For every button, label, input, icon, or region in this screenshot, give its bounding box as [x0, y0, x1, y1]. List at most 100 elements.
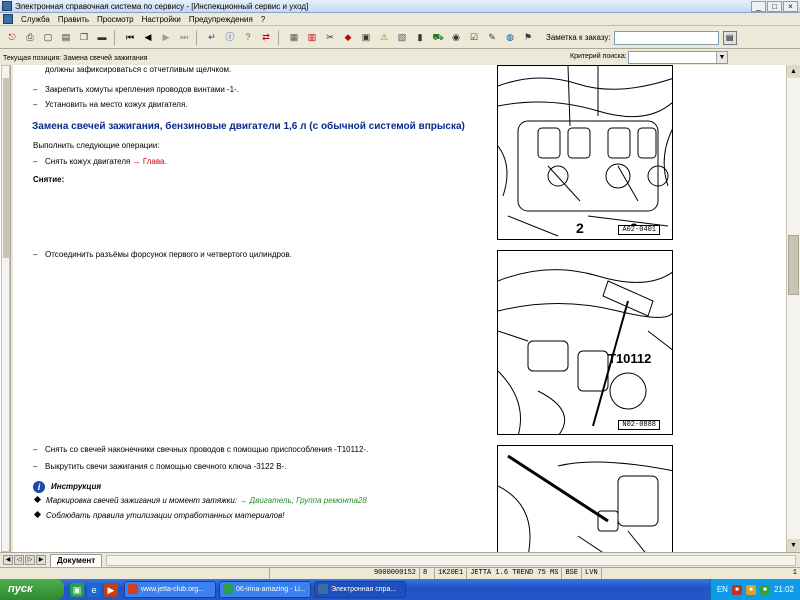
chapter-link[interactable]: → Глава.	[133, 157, 167, 166]
dash: –	[33, 250, 38, 259]
instruction-bullet-1: Маркировка свечей зажигания и момент зат…	[33, 495, 367, 506]
task-label: 06-irina-amazing - Li...	[236, 586, 306, 593]
task-label: Электронная спра...	[331, 586, 397, 593]
tray-network-icon[interactable]: ■	[745, 584, 756, 595]
horizontal-scrollbar[interactable]	[106, 554, 796, 566]
step-unscrew-plugs: – Выкрутить свечи зажигания с помощью све…	[33, 462, 286, 472]
copy-icon[interactable]: ❐	[76, 30, 92, 46]
scroll-down-icon[interactable]: ▼	[787, 539, 800, 552]
exit-icon[interactable]: ⎋	[4, 30, 20, 46]
grid-icon[interactable]: ▦	[286, 30, 302, 46]
desktop-icon[interactable]: ▣	[70, 582, 84, 597]
task-elsa[interactable]: Электронная спра...	[314, 581, 406, 598]
scroll-up-icon[interactable]: ▲	[787, 65, 800, 78]
step-disconnect-injectors: – Отсоединить разъёмы форсунок первого и …	[33, 250, 292, 260]
chevron-down-icon[interactable]: ▼	[716, 52, 727, 63]
menu-service[interactable]: Служба	[21, 15, 50, 24]
left-scrollbar[interactable]	[1, 65, 10, 552]
menu-settings[interactable]: Настройки	[142, 15, 181, 24]
intro-text: Выполнить следующие операции:	[33, 141, 160, 150]
next-page-icon[interactable]: ▶	[158, 30, 174, 46]
step-install-cover: – Установить на место кожух двигателя.	[33, 100, 188, 110]
task-player[interactable]: 06-irina-amazing - Li...	[219, 581, 311, 598]
menu-warnings[interactable]: Предупреждения	[189, 15, 253, 24]
step-text: Снять кожух двигателя	[45, 157, 131, 166]
search-criteria-label: Критерий поиска:	[570, 53, 627, 60]
last-tab-icon[interactable]: ▶	[36, 555, 46, 565]
check-list-icon[interactable]: ☑	[466, 30, 482, 46]
close-button[interactable]: ×	[783, 1, 798, 12]
engine-group-link[interactable]: → Двигатель; Группа ремонта28	[239, 496, 367, 505]
print-icon[interactable]: ⎙	[22, 30, 38, 46]
step-text: Снять со свечей наконечники свечных пров…	[45, 445, 369, 454]
prev-tab-icon[interactable]: ◁	[14, 555, 24, 565]
tray-volume-icon[interactable]: ■	[759, 584, 770, 595]
toolbar-icons: ⎋ ⎙ ▢ ▤ ❐ ▬ ⏮ ◀ ▶ ⏭ ↵ ⓘ? ⇄ ▦ ▥ ✂ ◆ ▣ ⚠ ▧ ▮ ⛟ ◉ ☑ ✎ ◍ ⚑	[4, 29, 538, 46]
start-button[interactable]: пуск	[0, 579, 64, 600]
order-note-input[interactable]	[613, 30, 719, 45]
swap-icon[interactable]: ⇄	[258, 30, 274, 46]
document-tab-bar: ◀ ◁ ▷ ▶ Документ	[0, 552, 800, 567]
clock: 21:02	[773, 585, 794, 594]
tools-icon[interactable]: ✂	[322, 30, 338, 46]
task-label: www.jetta-club.org...	[141, 586, 205, 593]
globe-icon[interactable]: ◍	[502, 30, 518, 46]
menu-bar: Служба Править Просмотр Настройки Предуп…	[0, 13, 800, 26]
next-tab-icon[interactable]: ▷	[25, 555, 35, 565]
edit-icon[interactable]: ✎	[484, 30, 500, 46]
step-remove-cover: – Снять кожух двигателя → Глава.	[33, 157, 167, 167]
warning-icon[interactable]: ⚠	[376, 30, 392, 46]
callout-2a: 2	[576, 220, 584, 236]
illustration-code: N02-0888	[618, 420, 660, 430]
info-icon[interactable]: ⓘ	[222, 30, 238, 46]
bullet-text: Соблюдать правила утилизации отработанны…	[46, 511, 285, 520]
battery-icon[interactable]: ▮	[412, 30, 428, 46]
bullet-text: Маркировка свечей зажигания и момент зат…	[46, 496, 238, 505]
tray-app-icon[interactable]: ■	[731, 584, 742, 595]
engine-drawing-2: T10112	[498, 269, 672, 434]
maximize-button[interactable]: □	[767, 1, 782, 12]
bullet-icon	[33, 495, 42, 504]
instruction-title: Инструкция	[51, 482, 102, 491]
menu-help[interactable]: ?	[261, 15, 265, 24]
order-note-button[interactable]: ▤	[722, 30, 737, 45]
document-icon[interactable]: ▣	[358, 30, 374, 46]
tag-icon[interactable]: ◆	[340, 30, 356, 46]
minimize-button[interactable]: _	[751, 1, 766, 12]
wheel-icon[interactable]: ◉	[448, 30, 464, 46]
scroll-thumb[interactable]	[788, 235, 799, 295]
help-icon[interactable]: ?	[240, 30, 256, 46]
task-browser[interactable]: www.jetta-club.org...	[124, 581, 216, 598]
new-doc-icon[interactable]: ▢	[40, 30, 56, 46]
removal-heading: Снятие:	[33, 175, 65, 184]
open-doc-icon[interactable]: ▤	[58, 30, 74, 46]
media-icon[interactable]: ▶	[104, 582, 118, 597]
vertical-scrollbar[interactable]: ▲ ▼	[786, 65, 800, 552]
app-icon	[2, 1, 12, 11]
status-page: 1	[792, 569, 797, 577]
vehicle-icon[interactable]: ⛟	[430, 30, 446, 46]
bullet-icon	[33, 510, 42, 519]
back-icon[interactable]: ↵	[204, 30, 220, 46]
left-scroll-thumb[interactable]	[3, 78, 10, 258]
menu-app-icon[interactable]	[3, 14, 13, 24]
menu-edit[interactable]: Править	[58, 15, 89, 24]
language-indicator[interactable]: EN	[717, 585, 728, 594]
measure-icon[interactable]: ▧	[394, 30, 410, 46]
toolbar: ⎋ ⎙ ▢ ▤ ❐ ▬ ⏮ ◀ ▶ ⏭ ↵ ⓘ? ⇄ ▦ ▥ ✂ ◆ ▣ ⚠ ▧ ▮ ⛟ ◉ ☑ ✎ ◍ ⚑ Заметка к з…	[0, 27, 800, 49]
prev-page-icon[interactable]: ◀	[140, 30, 156, 46]
book-icon[interactable]: ▥	[304, 30, 320, 46]
search-criteria-select[interactable]: ▼	[628, 51, 728, 64]
last-page-icon[interactable]: ⏭	[176, 30, 192, 46]
car-icon[interactable]: ▬	[94, 30, 110, 46]
toolbar-separator	[114, 29, 118, 46]
browser-icon[interactable]: e	[87, 582, 101, 597]
dash: –	[33, 157, 38, 166]
first-page-icon[interactable]: ⏮	[122, 30, 138, 46]
first-tab-icon[interactable]: ◀	[3, 555, 13, 565]
menu-view[interactable]: Просмотр	[97, 15, 134, 24]
player-icon	[223, 584, 233, 594]
tab-document[interactable]: Документ	[50, 553, 103, 567]
illustration-spark-plug-wrench	[497, 445, 673, 552]
flag-icon[interactable]: ⚑	[520, 30, 536, 46]
